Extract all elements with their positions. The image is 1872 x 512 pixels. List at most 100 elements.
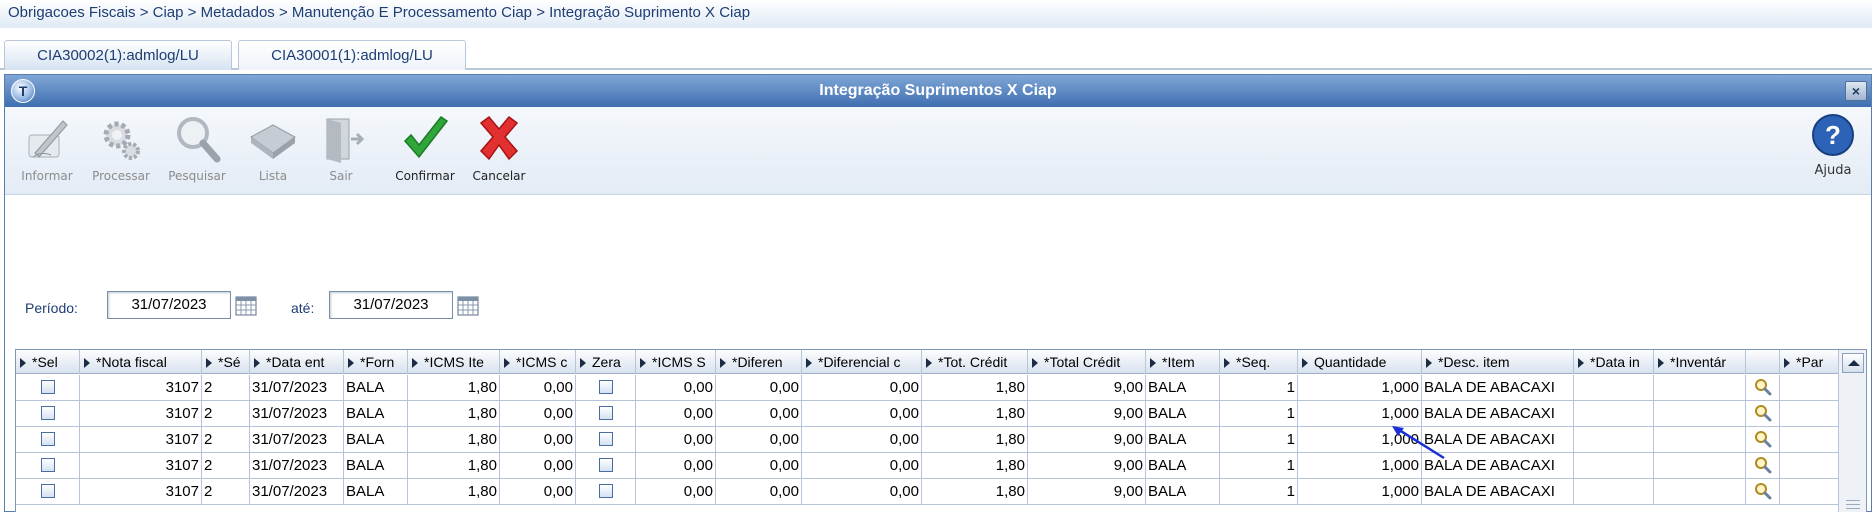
cell-icms-item[interactable]: 1,80 bbox=[408, 479, 500, 505]
confirmar-button[interactable]: Confirmar bbox=[385, 113, 465, 183]
cell-tot-credito[interactable]: 1,80 bbox=[922, 401, 1028, 427]
cell-sel[interactable] bbox=[16, 453, 80, 479]
cell-seq[interactable]: 1 bbox=[1220, 375, 1298, 401]
processar-button[interactable]: Processar bbox=[81, 113, 161, 183]
cell-sel[interactable] bbox=[16, 375, 80, 401]
cell-lookup[interactable] bbox=[1746, 427, 1780, 453]
cell-total-credito[interactable]: 9,00 bbox=[1028, 453, 1146, 479]
pesquisar-button[interactable]: Pesquisar bbox=[157, 113, 237, 183]
lookup-magnifier-icon[interactable] bbox=[1754, 430, 1772, 448]
column-header-inventario[interactable]: *Inventár bbox=[1654, 350, 1746, 374]
cell-icms-s[interactable]: 0,00 bbox=[636, 479, 716, 505]
cell-icms-s[interactable]: 0,00 bbox=[636, 375, 716, 401]
cell-inventario[interactable] bbox=[1654, 453, 1746, 479]
cell-icms-item[interactable]: 1,80 bbox=[408, 401, 500, 427]
column-header-icms-c[interactable]: *ICMS c bbox=[500, 350, 576, 374]
table-row[interactable]: 3107 2 31/07/2023 BALA 1,80 0,00 0,00 0,00 0,00 1… bbox=[16, 375, 1850, 401]
cell-icms-c[interactable]: 0,00 bbox=[500, 427, 576, 453]
cell-diferencial-c[interactable]: 0,00 bbox=[802, 453, 922, 479]
cell-nota-fiscal[interactable]: 3107 bbox=[80, 401, 202, 427]
cell-icms-s[interactable]: 0,00 bbox=[636, 427, 716, 453]
table-row[interactable]: 3107 2 31/07/2023 BALA 1,80 0,00 0,00 0,00 0,00 1… bbox=[16, 401, 1850, 427]
column-header-nota-fiscal[interactable]: *Nota fiscal bbox=[80, 350, 202, 374]
cell-sel[interactable] bbox=[16, 479, 80, 505]
row-checkbox[interactable] bbox=[40, 380, 55, 394]
cell-fornecedor[interactable]: BALA bbox=[344, 401, 408, 427]
cell-tot-credito[interactable]: 1,80 bbox=[922, 375, 1028, 401]
column-header-icms-s[interactable]: *ICMS S bbox=[636, 350, 716, 374]
row-checkbox[interactable] bbox=[598, 380, 613, 394]
cell-quantidade[interactable]: 1,000 bbox=[1298, 375, 1422, 401]
cell-seq[interactable]: 1 bbox=[1220, 427, 1298, 453]
cell-fornecedor[interactable]: BALA bbox=[344, 479, 408, 505]
cell-total-credito[interactable]: 9,00 bbox=[1028, 479, 1146, 505]
cell-tot-credito[interactable]: 1,80 bbox=[922, 427, 1028, 453]
cell-zerar[interactable] bbox=[576, 401, 636, 427]
cell-diferencial[interactable]: 0,00 bbox=[716, 375, 802, 401]
cell-zerar[interactable] bbox=[576, 479, 636, 505]
column-header-total-credito[interactable]: *Total Crédit bbox=[1028, 350, 1146, 374]
cell-data-entrada[interactable]: 31/07/2023 bbox=[250, 427, 344, 453]
sair-button[interactable]: Sair bbox=[301, 113, 381, 183]
cell-sel[interactable] bbox=[16, 427, 80, 453]
lookup-magnifier-icon[interactable] bbox=[1754, 456, 1772, 474]
column-header-zerar[interactable]: Zera bbox=[576, 350, 636, 374]
cell-seq[interactable]: 1 bbox=[1220, 453, 1298, 479]
cell-nota-fiscal[interactable]: 3107 bbox=[80, 375, 202, 401]
cell-seq[interactable]: 1 bbox=[1220, 401, 1298, 427]
column-header-quantidade[interactable]: Quantidade bbox=[1298, 350, 1422, 374]
cell-total-credito[interactable]: 9,00 bbox=[1028, 427, 1146, 453]
row-checkbox[interactable] bbox=[40, 406, 55, 420]
cell-nota-fiscal[interactable]: 3107 bbox=[80, 453, 202, 479]
cell-inventario[interactable] bbox=[1654, 401, 1746, 427]
cell-icms-item[interactable]: 1,80 bbox=[408, 427, 500, 453]
calendar-icon[interactable] bbox=[457, 296, 479, 316]
cell-desc-item[interactable]: BALA DE ABACAXI bbox=[1422, 479, 1574, 505]
cancelar-button[interactable]: Cancelar bbox=[459, 113, 539, 183]
cell-item[interactable]: BALA bbox=[1146, 453, 1220, 479]
row-checkbox[interactable] bbox=[598, 432, 613, 446]
column-header-diferencial-c[interactable]: *Diferencial c bbox=[802, 350, 922, 374]
cell-icms-c[interactable]: 0,00 bbox=[500, 401, 576, 427]
cell-item[interactable]: BALA bbox=[1146, 427, 1220, 453]
cell-icms-c[interactable]: 0,00 bbox=[500, 453, 576, 479]
scroll-up-icon[interactable] bbox=[1842, 353, 1864, 373]
cell-nota-fiscal[interactable]: 3107 bbox=[80, 427, 202, 453]
informar-button[interactable]: Informar bbox=[7, 113, 87, 183]
cell-data-inicio[interactable] bbox=[1574, 427, 1654, 453]
breadcrumb[interactable]: Obrigacoes Fiscais > Ciap > Metadados > … bbox=[0, 0, 1872, 28]
column-header-tot-credito[interactable]: *Tot. Crédit bbox=[922, 350, 1028, 374]
row-checkbox[interactable] bbox=[40, 484, 55, 498]
lookup-magnifier-icon[interactable] bbox=[1754, 404, 1772, 422]
cell-serie[interactable]: 2 bbox=[202, 479, 250, 505]
cell-inventario[interactable] bbox=[1654, 375, 1746, 401]
cell-diferencial[interactable]: 0,00 bbox=[716, 479, 802, 505]
column-header-fornecedor[interactable]: *Forn bbox=[344, 350, 408, 374]
calendar-icon[interactable] bbox=[235, 296, 257, 316]
cell-lookup[interactable] bbox=[1746, 375, 1780, 401]
cell-lookup[interactable] bbox=[1746, 479, 1780, 505]
cell-diferencial-c[interactable]: 0,00 bbox=[802, 401, 922, 427]
cell-inventario[interactable] bbox=[1654, 479, 1746, 505]
cell-quantidade[interactable]: 1,000 bbox=[1298, 479, 1422, 505]
cell-tot-credito[interactable]: 1,80 bbox=[922, 453, 1028, 479]
column-header-serie[interactable]: *Sé bbox=[202, 350, 250, 374]
cell-data-inicio[interactable] bbox=[1574, 375, 1654, 401]
column-header-desc-item[interactable]: *Desc. item bbox=[1422, 350, 1574, 374]
cell-total-credito[interactable]: 9,00 bbox=[1028, 401, 1146, 427]
close-button[interactable]: × bbox=[1845, 81, 1867, 101]
cell-icms-item[interactable]: 1,80 bbox=[408, 375, 500, 401]
cell-serie[interactable]: 2 bbox=[202, 375, 250, 401]
row-checkbox[interactable] bbox=[40, 458, 55, 472]
cell-icms-s[interactable]: 0,00 bbox=[636, 453, 716, 479]
cell-fornecedor[interactable]: BALA bbox=[344, 427, 408, 453]
column-header-item[interactable]: *Item bbox=[1146, 350, 1220, 374]
cell-data-entrada[interactable]: 31/07/2023 bbox=[250, 479, 344, 505]
cell-serie[interactable]: 2 bbox=[202, 427, 250, 453]
cell-zerar[interactable] bbox=[576, 453, 636, 479]
column-header-diferencial[interactable]: *Diferen bbox=[716, 350, 802, 374]
cell-diferencial-c[interactable]: 0,00 bbox=[802, 375, 922, 401]
table-row[interactable]: 3107 2 31/07/2023 BALA 1,80 0,00 0,00 0,00 0,00 1… bbox=[16, 479, 1850, 505]
row-checkbox[interactable] bbox=[598, 406, 613, 420]
cell-diferencial-c[interactable]: 0,00 bbox=[802, 479, 922, 505]
